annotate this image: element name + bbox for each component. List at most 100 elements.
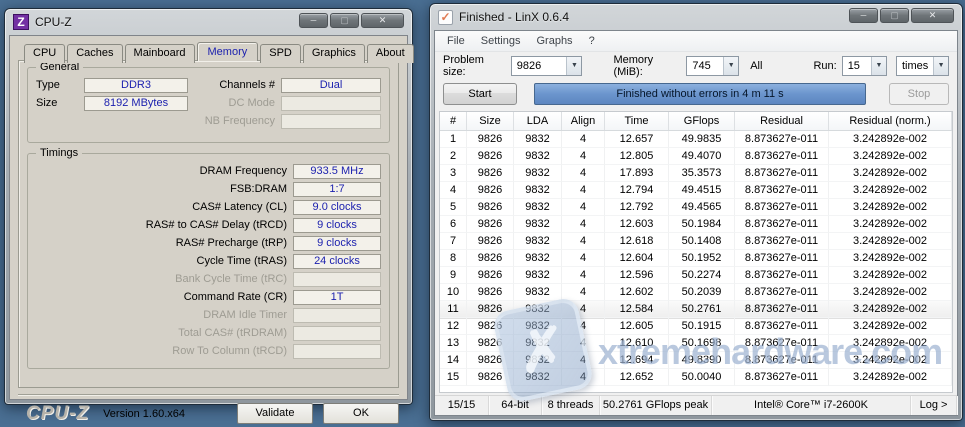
tab-graphics[interactable]: Graphics [303, 44, 365, 63]
cpuz-tabs: CPUCachesMainboardMemorySPDGraphicsAbout [18, 42, 399, 61]
stop-button[interactable]: Stop [889, 83, 949, 105]
tab-about[interactable]: About [367, 44, 414, 63]
ok-button[interactable]: OK [323, 403, 399, 424]
field-row: DRAM Frequency933.5 MHz [36, 162, 381, 180]
tab-mainboard[interactable]: Mainboard [125, 44, 195, 63]
maximize-icon[interactable] [880, 8, 909, 23]
table-row[interactable]: 498269832412.79449.45158.873627e-0113.24… [440, 182, 952, 199]
table-cell: 9826 [467, 199, 514, 216]
column-header[interactable]: Time [605, 112, 669, 130]
results-table-header[interactable]: #SizeLDAAlignTimeGFlopsResidualResidual … [440, 112, 952, 131]
table-row[interactable]: 1298269832412.60550.19158.873627e-0113.2… [440, 318, 952, 335]
table-row[interactable]: 798269832412.61850.14088.873627e-0113.24… [440, 233, 952, 250]
table-cell: 9826 [467, 250, 514, 267]
table-cell: 35.3573 [669, 165, 735, 182]
table-row[interactable]: 1498269832412.69449.83908.873627e-0113.2… [440, 352, 952, 369]
table-cell: 9826 [467, 182, 514, 199]
table-cell: 1 [440, 131, 467, 148]
all-label: All [750, 60, 762, 72]
maximize-icon[interactable] [330, 13, 359, 28]
table-row[interactable]: 1398269832412.61050.16988.873627e-0113.2… [440, 335, 952, 352]
table-cell: 11 [440, 301, 467, 318]
menu-file[interactable]: File [439, 33, 473, 49]
linx-window: ✓ Finished - LinX 0.6.4 FileSettingsGrap… [429, 3, 963, 421]
table-cell: 9826 [467, 165, 514, 182]
menu-help[interactable]: ? [581, 33, 603, 49]
field-value: 24 clocks [293, 254, 381, 269]
table-cell: 10 [440, 284, 467, 301]
run-count-select[interactable]: 15 [842, 56, 887, 76]
chevron-down-icon[interactable] [723, 57, 738, 75]
table-row[interactable]: 598269832412.79249.45658.873627e-0113.24… [440, 199, 952, 216]
menu-settings[interactable]: Settings [473, 33, 529, 49]
table-row[interactable]: 298269832412.80549.40708.873627e-0113.24… [440, 148, 952, 165]
table-cell: 50.1698 [669, 335, 735, 352]
problem-size-label: Problem size: [443, 54, 506, 78]
validate-button[interactable]: Validate [237, 403, 313, 424]
linx-caption-buttons [849, 8, 954, 23]
table-cell: 15 [440, 369, 467, 386]
progress-text: Finished without errors in 4 m 11 s [616, 88, 783, 100]
linx-menubar: FileSettingsGraphs? [435, 31, 957, 52]
memory-select[interactable]: 745 [686, 56, 739, 76]
field-value [281, 96, 381, 111]
minimize-icon[interactable] [849, 8, 878, 23]
status-segment: 8 threads [542, 396, 600, 415]
field-row: RAS# Precharge (tRP)9 clocks [36, 234, 381, 252]
table-cell: 9832 [514, 352, 562, 369]
table-cell: 12.652 [605, 369, 669, 386]
table-cell: 8.873627e-011 [735, 318, 829, 335]
table-row[interactable]: 898269832412.60450.19528.873627e-0113.24… [440, 250, 952, 267]
table-cell: 9832 [514, 267, 562, 284]
chevron-down-icon[interactable] [871, 57, 886, 75]
problem-size-select[interactable]: 9826 [511, 56, 583, 76]
chevron-down-icon[interactable] [933, 57, 948, 75]
table-cell: 12.596 [605, 267, 669, 284]
status-segment: 50.2761 GFlops peak [600, 396, 712, 415]
table-row[interactable]: 198269832412.65749.98358.873627e-0113.24… [440, 131, 952, 148]
close-icon[interactable] [361, 13, 404, 28]
column-header[interactable]: Align [562, 112, 605, 130]
table-cell: 12.794 [605, 182, 669, 199]
column-header[interactable]: Size [467, 112, 514, 130]
status-segment[interactable]: Log > [911, 396, 957, 415]
column-header[interactable]: Residual [735, 112, 829, 130]
field-value: 8192 MBytes [84, 96, 188, 111]
table-cell: 12.604 [605, 250, 669, 267]
table-row[interactable]: 1098269832412.60250.20398.873627e-0113.2… [440, 284, 952, 301]
table-row[interactable]: 998269832412.59650.22748.873627e-0113.24… [440, 267, 952, 284]
table-cell: 4 [562, 182, 605, 199]
chevron-down-icon[interactable] [566, 57, 581, 75]
table-row[interactable]: 1198269832412.58450.27618.873627e-0113.2… [440, 301, 952, 318]
menu-graphs[interactable]: Graphs [528, 33, 580, 49]
field-value [293, 326, 381, 341]
table-row[interactable]: 1598269832412.65250.00408.873627e-0113.2… [440, 369, 952, 386]
table-cell: 3.242892e-002 [829, 267, 952, 284]
table-row[interactable]: 398269832417.89335.35738.873627e-0113.24… [440, 165, 952, 182]
field-value [293, 272, 381, 287]
general-group: General TypeDDR3Size8192 MBytes Channels… [27, 67, 390, 143]
table-row[interactable]: 698269832412.60350.19848.873627e-0113.24… [440, 216, 952, 233]
start-button[interactable]: Start [443, 83, 517, 105]
field-row: Row To Column (tRCD) [36, 342, 381, 360]
run-unit-select[interactable]: times [896, 56, 949, 76]
table-cell: 4 [562, 148, 605, 165]
field-value [293, 308, 381, 323]
column-header[interactable]: Residual (norm.) [829, 112, 952, 130]
tab-caches[interactable]: Caches [67, 44, 122, 63]
tab-cpu[interactable]: CPU [24, 44, 65, 63]
column-header[interactable]: GFlops [669, 112, 735, 130]
table-cell: 4 [562, 352, 605, 369]
table-cell: 4 [562, 301, 605, 318]
column-header[interactable]: # [440, 112, 467, 130]
tab-memory[interactable]: Memory [197, 42, 259, 61]
table-cell: 9826 [467, 318, 514, 335]
close-icon[interactable] [911, 8, 954, 23]
table-cell: 9826 [467, 352, 514, 369]
column-header[interactable]: LDA [514, 112, 562, 130]
table-cell: 8.873627e-011 [735, 335, 829, 352]
field-value: 9 clocks [293, 218, 381, 233]
tab-spd[interactable]: SPD [260, 44, 301, 63]
table-cell: 49.4515 [669, 182, 735, 199]
minimize-icon[interactable] [299, 13, 328, 28]
